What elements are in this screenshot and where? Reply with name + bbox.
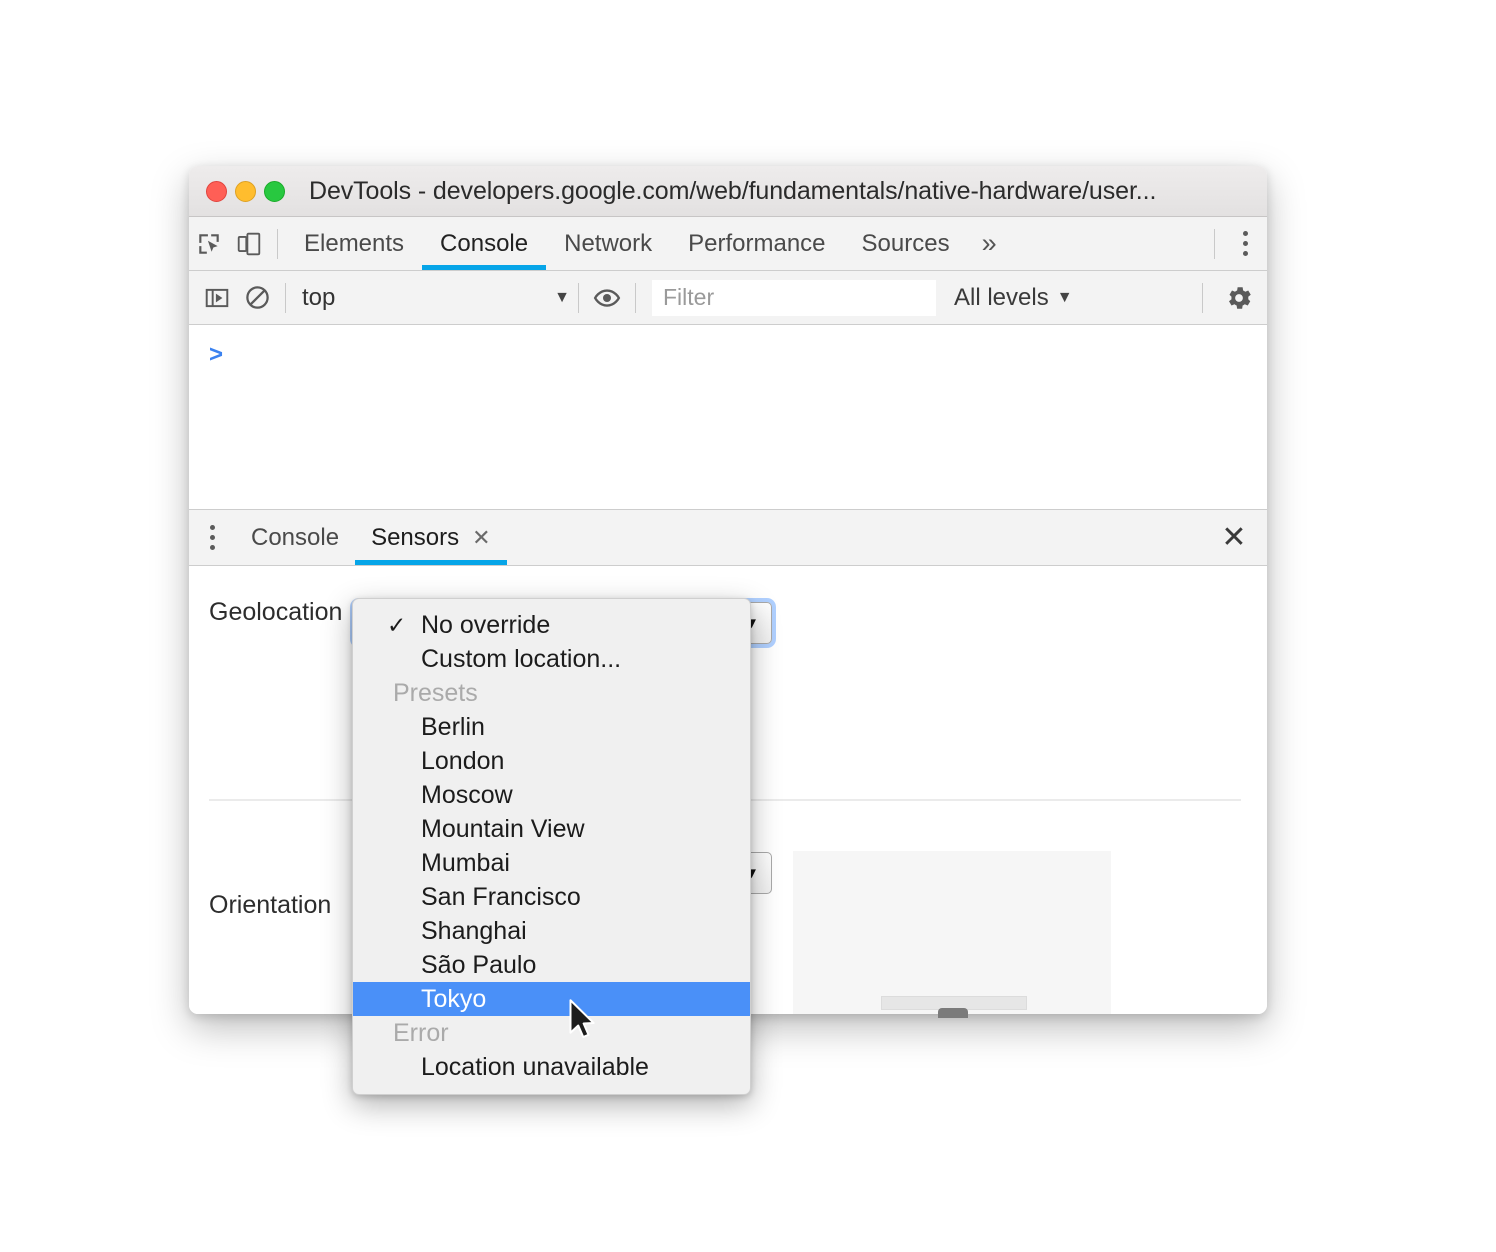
dropdown-option[interactable]: London [353,744,750,778]
tab-performance-label: Performance [688,229,826,257]
dropdown-option[interactable]: Mountain View [353,812,750,846]
dropdown-option[interactable]: Shanghai [353,914,750,948]
console-prompt-chevron-icon: > [209,341,224,368]
dropdown-option[interactable]: ✓ No override [353,608,750,642]
drawer-tab-sensors[interactable]: Sensors ✕ [355,510,508,565]
chevron-double-right-icon: » [981,228,997,258]
chevron-down-icon: ▼ [1056,288,1073,306]
dropdown-option-label: Berlin [421,712,485,741]
zoom-button[interactable] [264,180,285,202]
kebab-dot-1 [1242,231,1248,236]
close-button[interactable] [206,180,227,202]
orientation-label: Orientation [209,891,332,919]
dropdown-option-label: Location unavailable [421,1052,649,1081]
drawer-tabbar: Console Sensors ✕ ✕ [189,509,1267,566]
console-toolbar-divider-4 [1202,282,1203,313]
clear-console-icon [245,286,269,309]
console-toolbar-right [1194,271,1267,324]
tab-console[interactable]: Console [422,217,547,270]
dropdown-option-label: Tokyo [421,984,487,1013]
console-sidebar-toggle-icon [205,288,229,307]
window-title: DevTools - developers.google.com/web/fun… [309,176,1157,205]
dropdown-option-label: Presets [393,678,478,707]
screenshot-root: DevTools - developers.google.com/web/fun… [0,0,1496,1252]
tab-performance[interactable]: Performance [670,217,843,270]
inspect-element-icon [199,233,219,254]
devtools-main-tabbar: Elements Console Network Performance Sou… [189,217,1267,271]
more-tabs-button[interactable]: » [968,217,1011,270]
dropdown-option-label: San Francisco [421,882,581,911]
kebab-dot-1 [209,525,215,530]
dropdown-option[interactable]: Berlin [353,710,750,744]
settings-gear-icon [1229,286,1251,309]
window-controls [206,180,285,202]
log-levels-label: All levels [954,283,1049,311]
dropdown-option-label: Mountain View [421,814,585,843]
minimize-button[interactable] [235,180,256,202]
dropdown-option[interactable]: Tokyo [353,982,750,1016]
dropdown-option[interactable]: San Francisco [353,880,750,914]
dropdown-option-label: Error [393,1018,449,1047]
toolbar-divider-right [1214,228,1215,259]
clear-console-button[interactable] [237,278,277,318]
drawer-tab-console[interactable]: Console [235,510,355,565]
console-toolbar-divider-2 [578,282,579,313]
geolocation-dropdown-menu[interactable]: ✓ No override Custom location... Presets Ber… [352,598,751,1095]
dropdown-option-label: Mumbai [421,848,510,877]
inspect-element-button[interactable] [189,224,229,264]
drawer-menu-button[interactable] [189,510,235,565]
log-levels-selector[interactable]: All levels ▼ [954,284,1073,312]
dropdown-option[interactable]: Moscow [353,778,750,812]
dropdown-option[interactable]: Mumbai [353,846,750,880]
filter-input[interactable]: Filter [652,279,936,316]
orientation-3d-viewport[interactable] [793,851,1111,1014]
dropdown-option-label: Moscow [421,780,513,809]
tab-elements[interactable]: Elements [286,217,422,270]
window-titlebar: DevTools - developers.google.com/web/fun… [189,166,1267,217]
tab-sources[interactable]: Sources [844,217,968,270]
console-output-area[interactable]: > [189,325,1267,509]
dropdown-option[interactable]: São Paulo [353,948,750,982]
geolocation-label: Geolocation [209,598,343,626]
dropdown-option-label: London [421,746,505,775]
drawer-tab-sensors-label: Sensors [371,523,460,551]
dropdown-group-label: Error [353,1016,750,1050]
settings-button[interactable] [1211,271,1267,324]
live-expression-eye-icon [593,288,621,307]
console-toolbar-divider-1 [285,282,286,313]
kebab-dot-3 [209,545,215,550]
toggle-device-toolbar-button[interactable] [229,224,269,264]
toolbar-divider [277,228,278,259]
dropdown-option-label: No override [421,610,551,639]
main-tabbar-right [1206,217,1267,270]
dropdown-option-label: São Paulo [421,950,537,979]
drawer-tab-console-label: Console [251,523,340,551]
chevron-down-icon: ▼ [554,288,570,306]
close-icon[interactable]: ✕ [472,525,490,551]
tab-elements-label: Elements [304,229,405,257]
dropdown-option-label: Shanghai [421,916,527,945]
check-icon: ✓ [387,611,407,638]
close-drawer-button[interactable]: ✕ [1201,510,1267,565]
execution-context-value: top [302,283,336,311]
console-toolbar-divider-3 [635,282,636,313]
device-toolbar-icon [237,232,261,255]
tab-console-label: Console [440,229,529,257]
tab-network[interactable]: Network [546,217,670,270]
tab-network-label: Network [564,229,653,257]
kebab-dot-2 [209,535,215,540]
execution-context-selector[interactable]: top ▼ [294,278,570,318]
live-expression-button[interactable] [587,278,627,318]
dropdown-group-label: Presets [353,676,750,710]
main-menu-button[interactable] [1223,217,1267,270]
dropdown-option[interactable]: Custom location... [353,642,750,676]
dropdown-option[interactable]: Location unavailable [353,1050,750,1084]
kebab-dot-2 [1242,241,1248,246]
console-toolbar: top ▼ Filter All levels ▼ [189,271,1267,325]
dropdown-option-label: Custom location... [421,644,622,673]
orientation-device-handle[interactable] [938,1008,968,1018]
tab-sources-label: Sources [861,229,950,257]
kebab-dot-3 [1242,251,1248,256]
console-sidebar-toggle-button[interactable] [197,278,237,318]
